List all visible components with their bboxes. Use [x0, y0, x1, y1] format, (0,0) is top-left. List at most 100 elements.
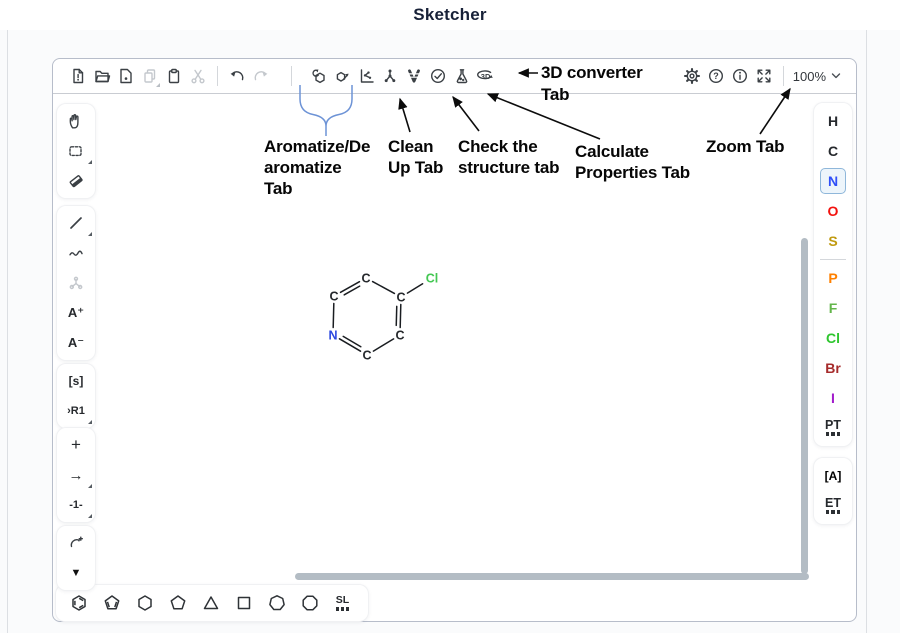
redo-button[interactable] [249, 63, 273, 89]
save-icon [117, 67, 135, 85]
about-button[interactable] [728, 63, 752, 89]
expand-more-label: ▼ [71, 567, 82, 579]
open-button[interactable] [90, 63, 114, 89]
element-i-button[interactable]: I [815, 383, 851, 413]
copy-button[interactable] [138, 63, 162, 89]
top-toolbar: 3D ? [53, 59, 856, 94]
svg-text:3D: 3D [481, 72, 491, 81]
zoom-dropdown[interactable]: 100% [791, 69, 843, 84]
paste-button[interactable] [162, 63, 186, 89]
paste-icon [165, 67, 183, 85]
cycloheptane-icon [267, 593, 287, 613]
chain-tool-button[interactable] [58, 238, 94, 268]
template-cyclohexane-button[interactable] [128, 587, 161, 619]
reaction-mapping-button[interactable]: -1- [58, 490, 94, 520]
selection-tool-button[interactable] [58, 136, 94, 166]
clear-canvas-button[interactable] [66, 63, 90, 89]
calculate-values-button[interactable] [450, 63, 474, 89]
periodic-table-button[interactable]: PT [815, 413, 851, 443]
reaction-plus-button[interactable]: + [58, 430, 94, 460]
curved-arrow-tool-button[interactable] [58, 528, 94, 558]
element-c-button[interactable]: C [815, 136, 851, 166]
element-cl-button[interactable]: Cl [815, 323, 851, 353]
annotation-3d-converter: 3D converter Tab [541, 62, 643, 106]
left-panel-structure-group: A⁺ A⁻ [57, 206, 95, 360]
rgroup-tool-button[interactable]: ›R1 [58, 396, 94, 426]
charge-minus-label: A⁻ [68, 335, 84, 351]
structure-library-button[interactable]: SL [326, 587, 359, 619]
rgroup-options-corner [88, 420, 92, 424]
single-bond-icon [67, 214, 85, 232]
charge-minus-button[interactable]: A⁻ [58, 328, 94, 358]
canvas-horizontal-scrollbar[interactable] [295, 573, 809, 580]
any-atom-button[interactable]: [A] [815, 461, 851, 491]
layout-button[interactable] [354, 63, 378, 89]
undo-icon [228, 67, 246, 85]
canvas-vertical-scrollbar[interactable] [801, 238, 808, 574]
settings-button[interactable] [680, 63, 704, 89]
hand-tool-button[interactable] [58, 106, 94, 136]
page-title: Sketcher [413, 5, 486, 25]
element-o-button[interactable]: O [815, 196, 851, 226]
element-p-button[interactable]: P [815, 263, 851, 293]
left-panel-group-tools: [s] ›R1 [57, 364, 95, 428]
sgroup-tool-button[interactable]: [s] [58, 366, 94, 396]
open-folder-icon [93, 67, 111, 85]
single-bond-tool-button[interactable] [58, 208, 94, 238]
element-br-button[interactable]: Br [815, 353, 851, 383]
selection-rectangle-icon [67, 142, 85, 160]
element-panel: H C N O S P F Cl Br I PT [814, 103, 852, 446]
template-cyclopentane-button[interactable] [161, 587, 194, 619]
annotation-check-structure: Check the structure tab [458, 136, 559, 178]
fullscreen-button[interactable] [752, 63, 776, 89]
reaction-arrow-button[interactable]: → [58, 460, 94, 490]
3d-viewer-button[interactable]: 3D [474, 63, 498, 89]
chain-icon [67, 244, 85, 262]
dearomatize-button[interactable] [330, 63, 354, 89]
clean-up-button[interactable] [378, 63, 402, 89]
aromatize-icon [309, 67, 328, 86]
template-cyclobutane-button[interactable] [227, 587, 260, 619]
sgroup-label: [s] [69, 374, 84, 388]
element-s-button[interactable]: S [815, 226, 851, 256]
periodic-table-dots [826, 432, 840, 435]
cut-button[interactable] [186, 63, 210, 89]
extended-table-dots [826, 510, 840, 513]
expand-more-tools-button[interactable]: ▼ [58, 558, 94, 588]
title-bar: Sketcher [0, 0, 900, 30]
undo-button[interactable] [225, 63, 249, 89]
cut-scissors-icon [189, 67, 207, 85]
rgroup-label: ›R1 [67, 405, 85, 417]
annotation-cleanup: Clean Up Tab [388, 136, 443, 178]
calculate-cip-button[interactable] [402, 63, 426, 89]
element-f-button[interactable]: F [815, 293, 851, 323]
aromatize-button[interactable] [306, 63, 330, 89]
cyclooctane-icon [300, 593, 320, 613]
copy-options-corner [156, 83, 160, 87]
save-button[interactable] [114, 63, 138, 89]
left-panel-select-group [57, 104, 95, 198]
template-benzene-button[interactable] [62, 587, 95, 619]
help-button[interactable]: ? [704, 63, 728, 89]
erase-tool-button[interactable] [58, 166, 94, 196]
element-h-button[interactable]: H [815, 106, 851, 136]
canvas[interactable] [54, 95, 855, 620]
stereochemistry-tool-button[interactable] [58, 268, 94, 298]
template-cyclopentadiene-button[interactable] [95, 587, 128, 619]
template-cyclopropane-button[interactable] [194, 587, 227, 619]
gear-icon [683, 67, 701, 85]
check-circle-icon [429, 67, 447, 85]
cyclohexane-icon [135, 593, 155, 613]
charge-plus-button[interactable]: A⁺ [58, 298, 94, 328]
arrow-options-corner [88, 484, 92, 488]
annotation-aromatize: Aromatize/De aromatize Tab [264, 136, 370, 199]
extended-panel: [A] ET [814, 458, 852, 524]
check-structure-button[interactable] [426, 63, 450, 89]
extended-table-button[interactable]: ET [815, 491, 851, 521]
template-cyclooctane-button[interactable] [293, 587, 326, 619]
element-n-button[interactable]: N [815, 166, 851, 196]
clean-up-icon [381, 67, 399, 85]
reaction-mapping-label: -1- [69, 499, 82, 511]
template-cycloheptane-button[interactable] [260, 587, 293, 619]
info-icon [731, 67, 749, 85]
